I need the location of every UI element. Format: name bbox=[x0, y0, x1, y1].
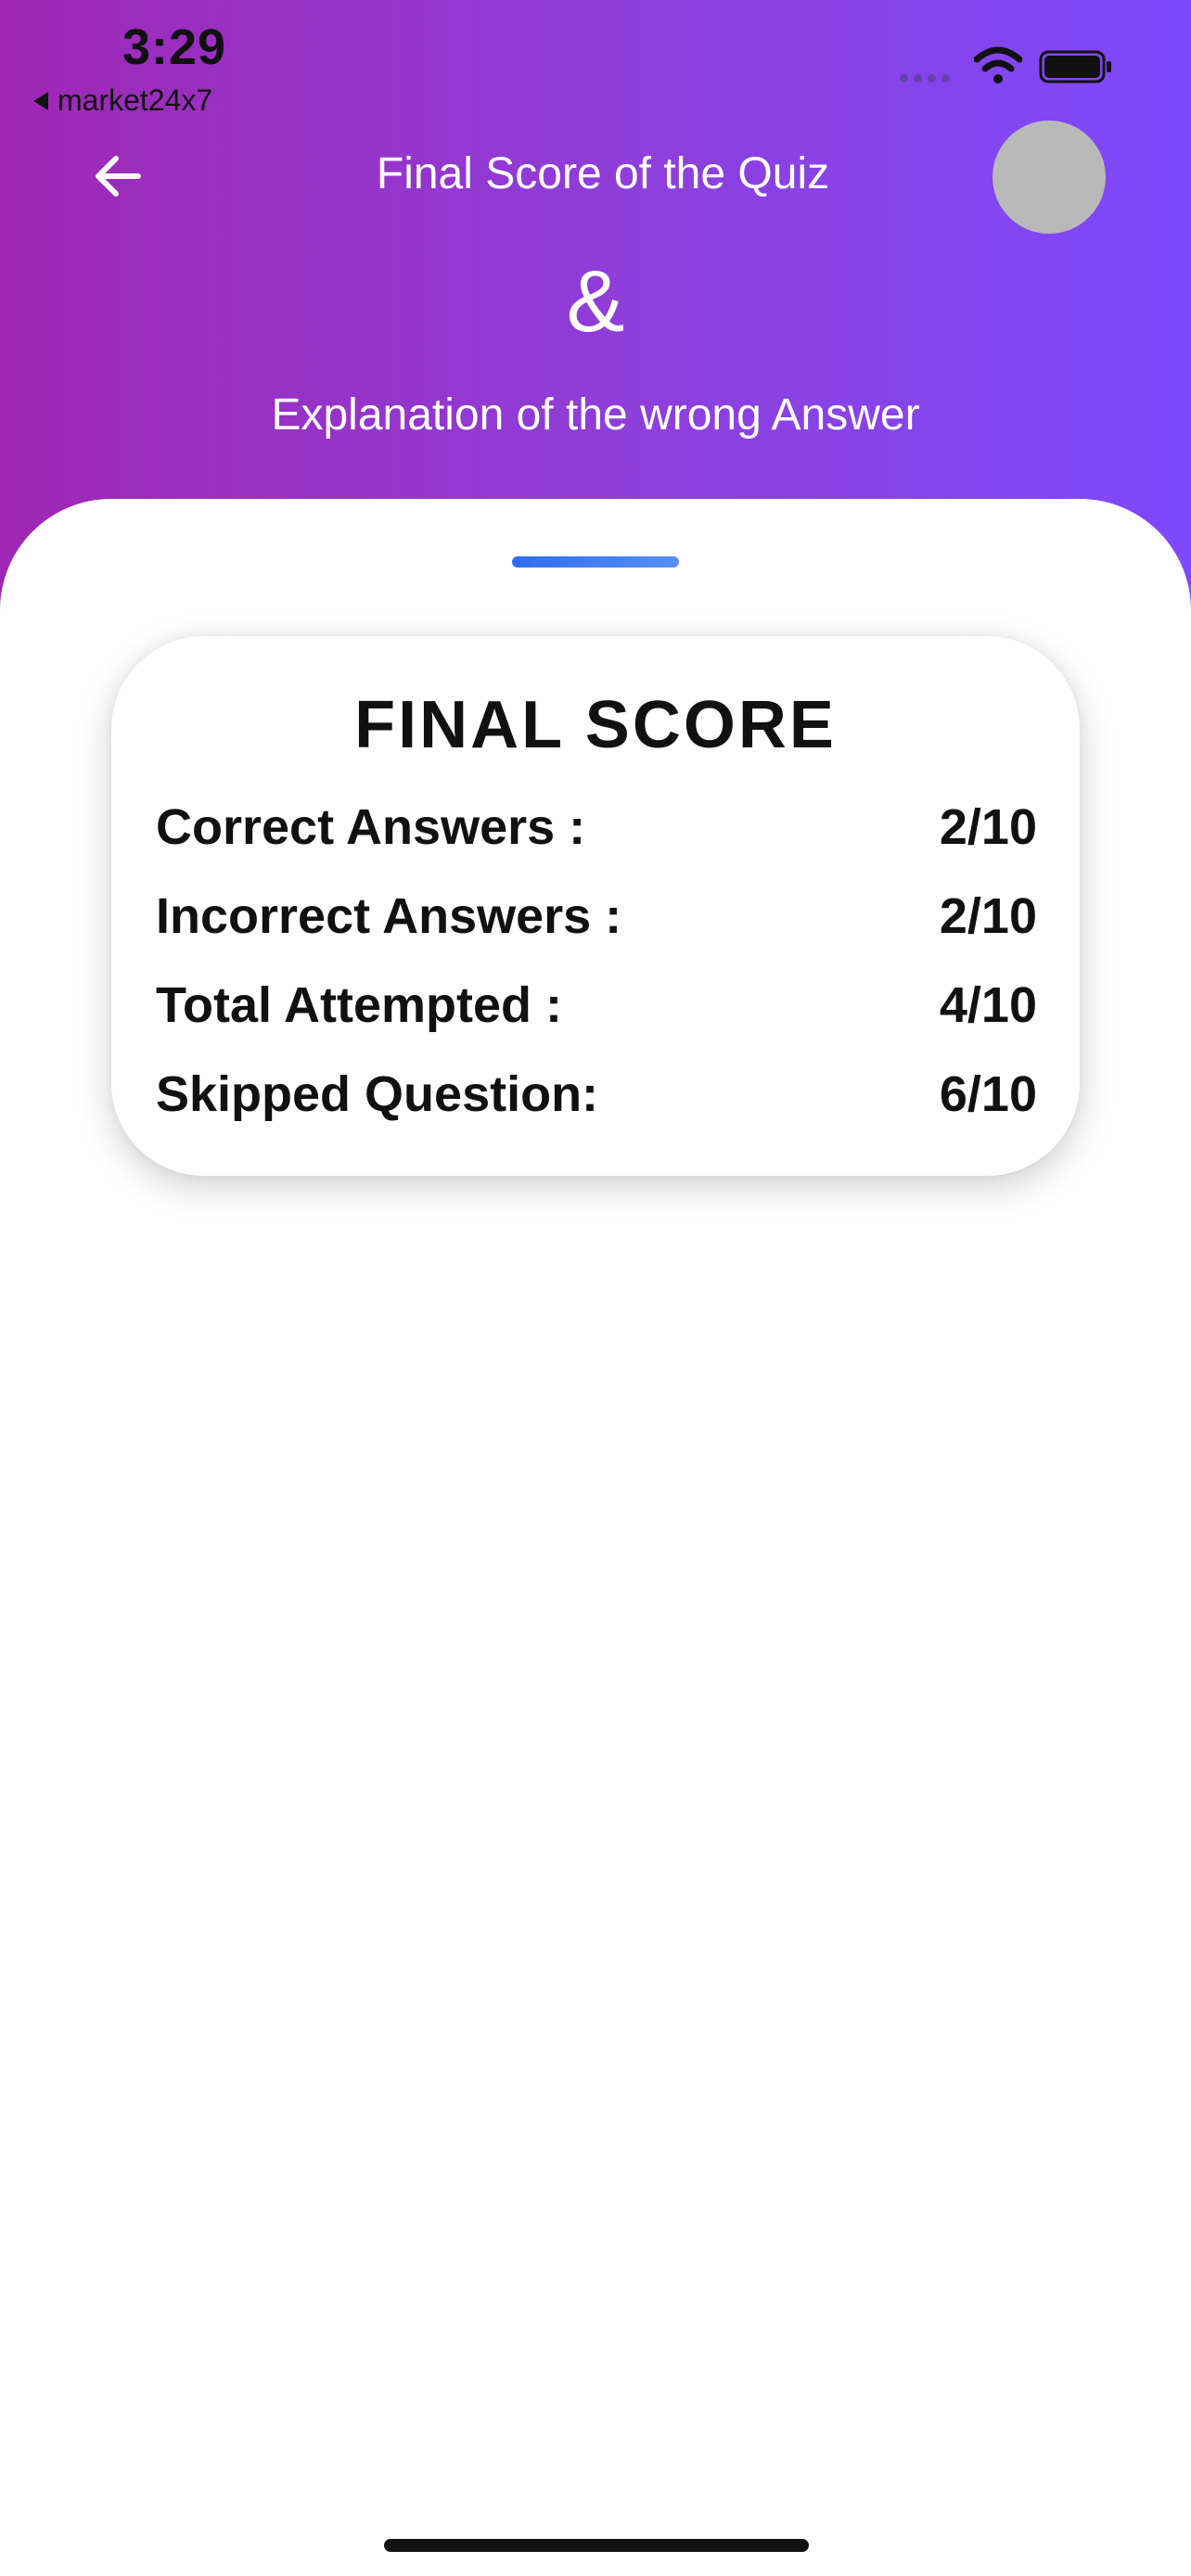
card-title: FINAL SCORE bbox=[354, 688, 837, 762]
score-label: Incorrect Answers : bbox=[156, 888, 622, 944]
score-value: 6/10 bbox=[939, 1066, 1037, 1122]
home-indicator[interactable] bbox=[384, 2539, 809, 2552]
score-row-correct: Correct Answers : 2/10 bbox=[156, 798, 1037, 856]
ampersand-heading: & bbox=[566, 252, 625, 350]
score-label: Correct Answers : bbox=[156, 799, 586, 855]
score-row-skipped: Skipped Question: 6/10 bbox=[156, 1065, 1037, 1123]
cellular-signal-icon bbox=[900, 74, 950, 83]
final-score-card: FINAL SCORE Correct Answers : 2/10 Incor… bbox=[111, 636, 1080, 1176]
header-subtitle: Explanation of the wrong Answer bbox=[271, 390, 920, 440]
score-label: Total Attempted : bbox=[156, 977, 562, 1033]
score-value: 2/10 bbox=[939, 799, 1037, 855]
wifi-icon bbox=[974, 46, 1022, 83]
back-app-label: market24x7 bbox=[58, 83, 213, 117]
score-label: Skipped Question: bbox=[156, 1066, 599, 1122]
back-arrow-icon[interactable] bbox=[88, 147, 147, 206]
back-triangle-icon bbox=[33, 91, 48, 110]
battery-icon bbox=[1039, 50, 1111, 83]
score-row-attempted: Total Attempted : 4/10 bbox=[156, 976, 1037, 1034]
avatar[interactable] bbox=[992, 121, 1106, 234]
status-back-to-app[interactable]: market24x7 bbox=[33, 83, 212, 118]
sheet-drag-handle[interactable] bbox=[512, 556, 679, 567]
score-row-incorrect: Incorrect Answers : 2/10 bbox=[156, 887, 1037, 945]
score-value: 4/10 bbox=[939, 977, 1037, 1033]
page-title: Final Score of the Quiz bbox=[376, 149, 830, 198]
score-value: 2/10 bbox=[939, 888, 1037, 944]
status-time: 3:29 bbox=[122, 19, 227, 75]
